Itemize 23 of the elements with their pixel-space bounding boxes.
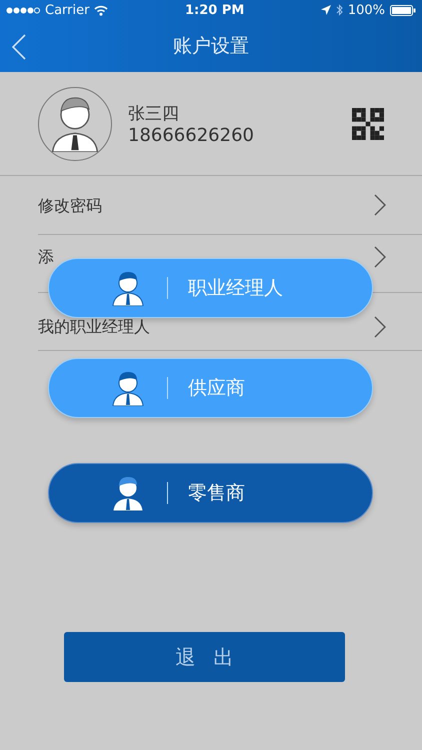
role-button[interactable]: 零售商 — [48, 463, 373, 523]
chevron-right-icon — [374, 316, 386, 338]
signal-icon — [6, 6, 40, 14]
screen-title: 账户设置 — [173, 34, 249, 59]
user-name: 张三四 — [128, 102, 180, 124]
wifi-icon — [94, 4, 108, 16]
back-icon[interactable] — [12, 34, 26, 60]
qr-code-icon[interactable] — [352, 108, 384, 140]
menu-label[interactable]: 我的职业经理人 — [38, 318, 150, 335]
battery-percent: 100% — [348, 2, 385, 18]
bluetooth-icon — [336, 4, 343, 16]
phone-number: 18666626260 — [128, 124, 255, 146]
person-icon — [111, 370, 145, 406]
status-time: 1:20 PM — [184, 2, 244, 18]
menu-label[interactable]: 修改密码 — [38, 196, 102, 214]
logout-button[interactable]: 退 出 — [64, 632, 345, 682]
person-icon — [111, 270, 145, 306]
chevron-right-icon — [374, 194, 386, 216]
location-icon — [320, 5, 331, 15]
carrier-name: Carrier — [45, 2, 90, 18]
battery-icon — [390, 4, 416, 16]
chevron-right-icon — [374, 246, 386, 268]
person-icon — [111, 475, 145, 511]
